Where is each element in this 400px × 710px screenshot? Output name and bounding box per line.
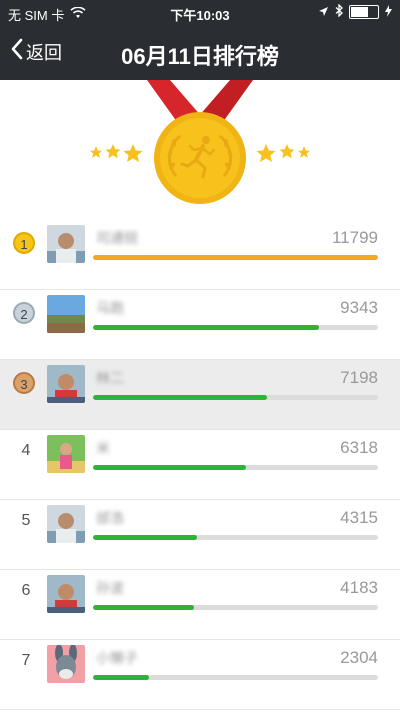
user-name: 米 <box>96 440 110 456</box>
step-count: 2304 <box>340 648 378 667</box>
status-bar: 无 SIM 卡 下午10:03 <box>0 0 400 26</box>
step-count: 11799 <box>331 228 378 247</box>
medal-banner <box>0 80 400 220</box>
progress-bar <box>93 395 267 400</box>
step-count: 4315 <box>340 508 378 527</box>
progress-track <box>93 255 378 260</box>
progress-bar <box>93 675 149 680</box>
rank-bronze-badge: 3 <box>13 372 35 394</box>
rank-number: 4 <box>21 442 31 459</box>
user-name: 马跑 <box>96 300 124 316</box>
progress-bar <box>93 535 198 540</box>
avatar-donkey-icon[interactable] <box>47 645 85 683</box>
avatar-girl-icon[interactable] <box>47 435 85 473</box>
avatar-child-icon[interactable] <box>47 365 85 403</box>
step-count: 6318 <box>340 438 378 457</box>
page-title: 06月11日排行榜 <box>121 44 279 69</box>
step-count: 7198 <box>340 368 378 387</box>
status-right <box>318 3 392 20</box>
location-arrow-icon <box>318 5 329 20</box>
user-name: 司通锐 <box>96 230 138 246</box>
progress-bar <box>93 605 195 610</box>
ranking-list: 1 司通锐 11799 2 马跑 9343 3 林二 7198 4 米 6318 5 邰浩 4315 6 孙波 4… <box>0 220 400 710</box>
step-count: 9343 <box>340 298 378 317</box>
ranking-row[interactable]: 7 小懒子 2304 <box>0 640 400 710</box>
bluetooth-icon <box>335 3 343 20</box>
progress-track <box>93 465 378 470</box>
progress-bar <box>93 325 319 330</box>
avatar-landscape-icon[interactable] <box>47 295 85 333</box>
progress-track <box>93 395 378 400</box>
progress-track <box>93 535 378 540</box>
rank-number: 7 <box>21 652 31 669</box>
ranking-row[interactable]: 3 林二 7198 <box>0 360 400 430</box>
rank-number: 5 <box>21 512 31 529</box>
progress-bar <box>93 255 378 260</box>
progress-bar <box>93 465 246 470</box>
avatar-child-icon[interactable] <box>47 575 85 613</box>
avatar-man-icon[interactable] <box>47 505 85 543</box>
user-name: 孙波 <box>96 580 124 596</box>
gold-medal-icon <box>90 80 310 204</box>
battery-level <box>351 7 368 17</box>
avatar-man-icon[interactable] <box>47 225 85 263</box>
progress-track <box>93 605 378 610</box>
rank-gold-badge: 1 <box>13 232 35 254</box>
ranking-row[interactable]: 1 司通锐 11799 <box>0 220 400 290</box>
charging-bolt-icon <box>385 4 392 20</box>
ranking-row[interactable]: 2 马跑 9343 <box>0 290 400 360</box>
step-count: 4183 <box>340 578 378 597</box>
ranking-row[interactable]: 6 孙波 4183 <box>0 570 400 640</box>
user-name: 邰浩 <box>96 510 124 526</box>
user-name: 小懒子 <box>96 650 138 666</box>
battery-icon <box>349 5 379 19</box>
rank-number: 6 <box>21 582 31 599</box>
rank-silver-badge: 2 <box>13 302 35 324</box>
ranking-row[interactable]: 5 邰浩 4315 <box>0 500 400 570</box>
progress-track <box>93 325 378 330</box>
nav-bar: 返回 06月11日排行榜 <box>0 26 400 80</box>
progress-track <box>93 675 378 680</box>
user-name: 林二 <box>96 370 124 386</box>
ranking-row[interactable]: 4 米 6318 <box>0 430 400 500</box>
